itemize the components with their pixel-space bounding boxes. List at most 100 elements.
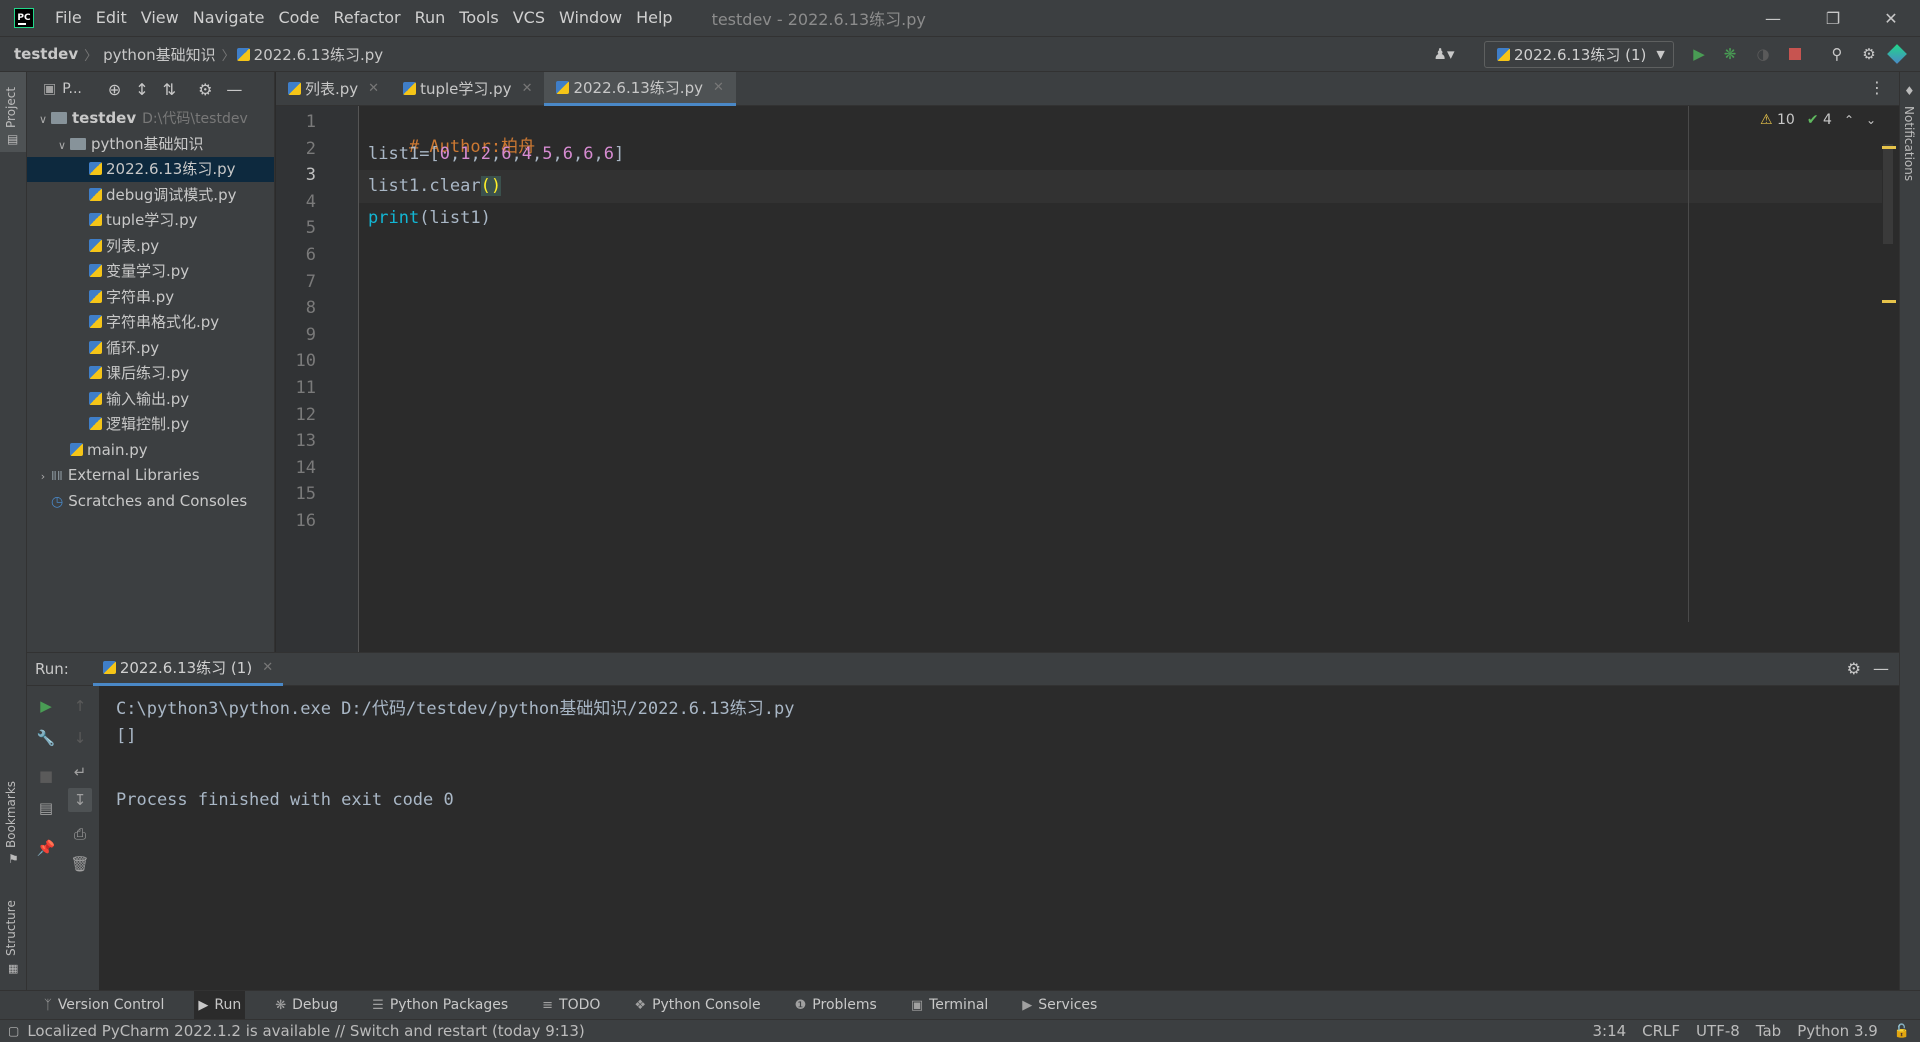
hide-panel-icon[interactable]: — [226,80,242,99]
coverage-icon[interactable]: ◑ [1752,43,1774,65]
editor-scrollbar[interactable] [1882,106,1899,652]
tab-services[interactable]: ▶ Services [1018,991,1101,1019]
menu-navigate[interactable]: Navigate [186,0,272,36]
next-highlight-icon[interactable]: ⌄ [1866,113,1876,127]
tab-python-packages[interactable]: ☰ Python Packages [368,991,512,1019]
search-icon[interactable]: ⚲ [1826,43,1848,65]
print-icon[interactable]: ⎙ [68,822,92,846]
tree-item[interactable]: 变量学习.py [27,259,274,284]
warning-marker[interactable] [1882,146,1896,149]
more-options-icon[interactable]: ⋮ [1869,78,1885,97]
python-interpreter[interactable]: Python 3.9 [1797,1022,1878,1040]
run-icon[interactable]: ▶ [1688,43,1710,65]
indent-setting[interactable]: Tab [1756,1022,1781,1040]
account-icon[interactable]: ♟▾ [1426,43,1462,65]
tree-item[interactable]: ∨ python基础知识 [27,132,274,157]
tree-item[interactable]: tuple学习.py [27,208,274,233]
debug-icon[interactable]: ❋ [1719,43,1741,65]
run-configuration-select[interactable]: 2022.6.13练习 (1) ▼ [1484,41,1674,68]
stop-icon[interactable] [1784,43,1806,65]
close-tab-icon[interactable]: ✕ [262,660,273,675]
arrow-down-icon[interactable]: ↓ [68,726,92,750]
wrench-icon[interactable]: 🔧 [34,726,58,750]
pin-icon[interactable]: 📌 [34,836,58,860]
tab-liebiao[interactable]: 列表.py ✕ [276,72,391,106]
scroll-to-end-icon[interactable]: ↧ [68,788,92,812]
chevron-down-icon[interactable]: ∨ [54,133,70,158]
tree-item[interactable]: 2022.6.13练习.py [27,157,274,182]
structure-tool-label[interactable]: Structure [4,900,18,956]
gear-icon[interactable]: ⚙ [1847,659,1861,678]
inspection-widget[interactable]: ⚠ 10 ✔ 4 ⌃ ⌄ [1760,112,1876,128]
locate-icon[interactable]: ⊕ [108,80,121,99]
menu-refactor[interactable]: Refactor [326,0,407,36]
tab-todo[interactable]: ≡ TODO [538,991,604,1019]
hide-panel-icon[interactable]: — [1873,659,1889,678]
menu-code[interactable]: Code [272,0,327,36]
caret-position[interactable]: 3:14 [1592,1022,1626,1040]
previous-highlight-icon[interactable]: ⌃ [1844,113,1854,127]
expand-all-icon[interactable]: ↕ [135,80,148,99]
layout-icon[interactable]: ▤ [34,796,58,820]
tree-item[interactable]: ◷ Scratches and Consoles [27,489,274,514]
warning-marker[interactable] [1882,300,1896,303]
collapse-all-icon[interactable]: ⇅ [163,80,176,99]
restore-button[interactable]: ❐ [1804,0,1862,36]
run-console[interactable]: C:\python3\python.exe D:/代码/testdev/pyth… [99,686,1899,990]
close-tab-icon[interactable]: ✕ [368,81,379,96]
close-window-button[interactable]: ✕ [1862,0,1920,36]
tree-item[interactable]: 逻辑控制.py [27,412,274,437]
tree-item[interactable]: › ⅡⅡ External Libraries [27,463,274,488]
tab-terminal[interactable]: ▣ Terminal [907,991,992,1019]
chevron-right-icon[interactable]: › [35,464,51,489]
stop-icon[interactable]: ■ [34,764,58,788]
tree-item[interactable]: 输入输出.py [27,387,274,412]
trash-icon[interactable]: 🗑 [68,852,92,876]
tab-tuple[interactable]: tuple学习.py ✕ [391,72,544,106]
tree-item[interactable]: ∨ testdev D:\代码\testdev [27,106,274,131]
menu-help[interactable]: Help [629,0,679,36]
breadcrumb-folder[interactable]: python基础知识 [99,44,219,65]
tree-item[interactable]: 列表.py [27,234,274,259]
tree-item[interactable]: 字符串.py [27,285,274,310]
close-tab-icon[interactable]: ✕ [713,80,724,95]
project-panel-title[interactable]: P... [62,81,82,97]
tab-python-console[interactable]: ❖ Python Console [630,991,764,1019]
project-tool-label[interactable]: Project [4,87,18,128]
tab-lianxi[interactable]: 2022.6.13练习.py ✕ [544,71,736,106]
tab-run[interactable]: ▶ Run [194,991,246,1019]
update-message[interactable]: Localized PyCharm 2022.1.2 is available … [27,1022,584,1040]
minimize-button[interactable]: — [1744,0,1802,36]
file-encoding[interactable]: UTF-8 [1696,1022,1740,1040]
settings-icon[interactable]: ⚙ [1858,43,1880,65]
menu-run[interactable]: Run [408,0,453,36]
breadcrumb-project[interactable]: testdev [10,45,82,63]
toggle-tool-windows-icon[interactable]: ▢ [8,1024,19,1038]
tree-item[interactable]: 字符串格式化.py [27,310,274,335]
menu-vcs[interactable]: VCS [506,0,552,36]
tree-item[interactable]: 循环.py [27,336,274,361]
soft-wrap-icon[interactable]: ↵ [68,760,92,784]
tree-item[interactable]: 课后练习.py [27,361,274,386]
scrollbar-thumb[interactable] [1883,144,1893,244]
breadcrumb-file[interactable]: 2022.6.13练习.py [254,44,388,65]
code-editor[interactable]: # Author:柏舟 list1=[0,1,2,6,4,5,6,6,6] li… [359,106,1882,652]
line-separator[interactable]: CRLF [1642,1022,1680,1040]
tab-problems[interactable]: ❶ Problems [791,991,881,1019]
menu-window[interactable]: Window [552,0,629,36]
tree-item[interactable]: main.py [27,438,274,463]
tab-debug[interactable]: ❋ Debug [271,991,342,1019]
tab-version-control[interactable]: ᛉ Version Control [40,991,168,1019]
lock-icon[interactable]: 🔓 [1894,1024,1910,1039]
arrow-up-icon[interactable]: ↑ [68,694,92,718]
tree-item[interactable]: debug调试模式.py [27,183,274,208]
notifications-tool-label[interactable]: Notifications [1902,106,1916,181]
rerun-icon[interactable]: ▶ [34,694,58,718]
run-session-tab[interactable]: 2022.6.13练习 (1) ✕ [92,653,284,686]
menu-view[interactable]: View [134,0,186,36]
gear-icon[interactable]: ⚙ [198,80,212,99]
notifications-bell-icon[interactable]: ♦ [1904,84,1915,98]
menu-tools[interactable]: Tools [452,0,505,36]
menu-edit[interactable]: Edit [89,0,134,36]
jetbrains-toolbox-icon[interactable] [1886,43,1908,65]
